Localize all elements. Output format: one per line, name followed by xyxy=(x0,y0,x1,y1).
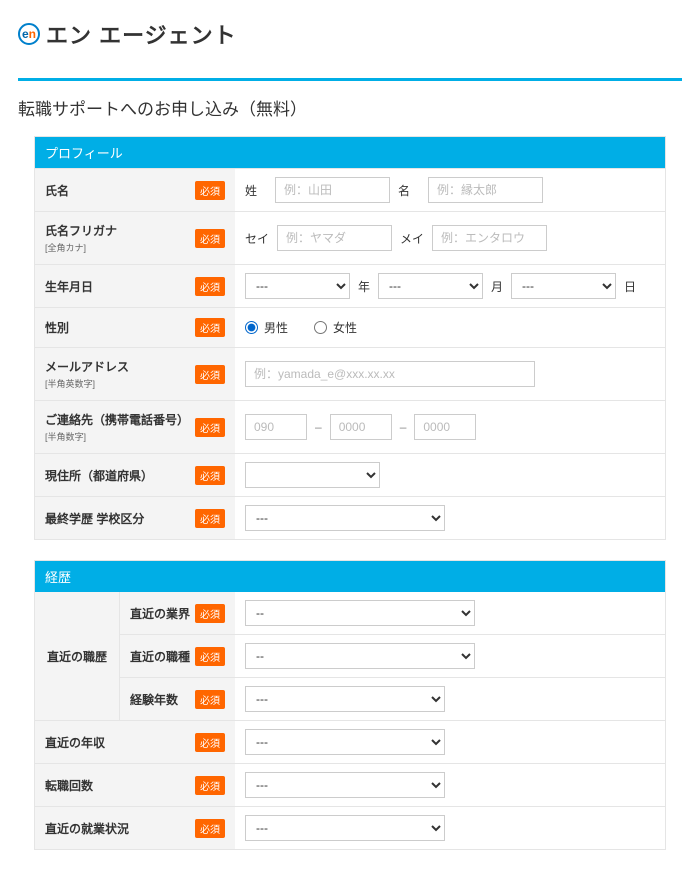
radio-male-wrap[interactable]: 男性 xyxy=(245,319,288,336)
sub-sei-kana: セイ xyxy=(245,230,269,247)
required-badge: 必須 xyxy=(195,776,225,795)
select-birth-month[interactable]: --- xyxy=(378,273,483,299)
required-badge: 必須 xyxy=(195,647,225,666)
label-furigana: 氏名フリガナ xyxy=(45,224,117,238)
row-education: 最終学歴 学校区分 必須 --- xyxy=(35,496,665,539)
select-prefecture[interactable] xyxy=(245,462,380,488)
row-income: 直近の年収 必須 --- xyxy=(35,720,665,763)
required-badge: 必須 xyxy=(195,604,225,623)
required-badge: 必須 xyxy=(195,819,225,838)
logo-icon: en xyxy=(18,23,40,45)
required-badge: 必須 xyxy=(195,466,225,485)
logo-text: エン エージェント xyxy=(46,18,237,50)
input-phone-2[interactable] xyxy=(330,414,392,440)
row-address: 現住所（都道府県） 必須 xyxy=(35,453,665,496)
select-occupation[interactable]: -- xyxy=(245,643,475,669)
logo: en エン エージェント xyxy=(18,18,682,50)
required-badge: 必須 xyxy=(195,318,225,337)
section-header-profile: プロフィール xyxy=(35,137,665,168)
input-phone-1[interactable] xyxy=(245,414,307,440)
label-income: 直近の年収 xyxy=(45,734,105,751)
unit-month: 月 xyxy=(491,278,503,295)
row-status: 直近の就業状況 必須 --- xyxy=(35,806,665,849)
row-name: 氏名 必須 姓 名 xyxy=(35,168,665,211)
unit-day: 日 xyxy=(624,278,636,295)
radio-male[interactable] xyxy=(245,321,258,334)
profile-section: プロフィール 氏名 必須 姓 名 氏名フリガナ [全角カナ] 必須 xyxy=(34,136,666,540)
required-badge: 必須 xyxy=(195,690,225,709)
page-title: 転職サポートへのお申し込み（無料） xyxy=(18,78,682,120)
label-occupation: 直近の職種 xyxy=(130,648,190,665)
sub-mei-kana: メイ xyxy=(400,230,424,247)
input-phone-3[interactable] xyxy=(414,414,476,440)
row-gender: 性別 必須 男性 女性 xyxy=(35,307,665,347)
label-birth: 生年月日 xyxy=(45,278,93,295)
input-last-name-kana[interactable] xyxy=(277,225,392,251)
row-changes: 転職回数 必須 --- xyxy=(35,763,665,806)
radio-female[interactable] xyxy=(314,321,327,334)
label-furigana-sub: [全角カナ] xyxy=(45,241,117,254)
phone-dash-2: – xyxy=(400,420,407,434)
label-years: 経験年数 xyxy=(130,691,178,708)
label-email-sub: [半角英数字] xyxy=(45,377,129,390)
radio-male-label: 男性 xyxy=(264,319,288,336)
label-gender: 性別 xyxy=(45,319,69,336)
input-last-name[interactable] xyxy=(275,177,390,203)
input-first-name[interactable] xyxy=(428,177,543,203)
input-first-name-kana[interactable] xyxy=(432,225,547,251)
select-years[interactable]: --- xyxy=(245,686,445,712)
required-badge: 必須 xyxy=(195,418,225,437)
label-phone-sub: [半角数字] xyxy=(45,430,189,443)
select-birth-day[interactable]: --- xyxy=(511,273,616,299)
section-header-career: 経歴 xyxy=(35,561,665,592)
sub-mei: 名 xyxy=(398,182,420,199)
unit-year: 年 xyxy=(358,278,370,295)
radio-female-wrap[interactable]: 女性 xyxy=(314,319,357,336)
label-changes: 転職回数 xyxy=(45,777,93,794)
select-income[interactable]: --- xyxy=(245,729,445,755)
select-changes[interactable]: --- xyxy=(245,772,445,798)
input-email[interactable] xyxy=(245,361,535,387)
label-name: 氏名 xyxy=(45,182,69,199)
required-badge: 必須 xyxy=(195,733,225,752)
select-status[interactable]: --- xyxy=(245,815,445,841)
label-phone: ご連絡先（携帯電話番号） xyxy=(45,413,189,427)
label-address: 現住所（都道府県） xyxy=(45,467,153,484)
required-badge: 必須 xyxy=(195,509,225,528)
sub-sei: 姓 xyxy=(245,182,267,199)
label-industry: 直近の業界 xyxy=(130,605,190,622)
required-badge: 必須 xyxy=(195,277,225,296)
required-badge: 必須 xyxy=(195,229,225,248)
label-education: 最終学歴 学校区分 xyxy=(45,510,144,527)
label-email: メールアドレス xyxy=(45,360,129,374)
required-badge: 必須 xyxy=(195,365,225,384)
row-phone: ご連絡先（携帯電話番号） [半角数字] 必須 – – xyxy=(35,400,665,453)
select-birth-year[interactable]: --- xyxy=(245,273,350,299)
radio-female-label: 女性 xyxy=(333,319,357,336)
row-email: メールアドレス [半角英数字] 必須 xyxy=(35,347,665,400)
row-furigana: 氏名フリガナ [全角カナ] 必須 セイ メイ xyxy=(35,211,665,264)
select-industry[interactable]: -- xyxy=(245,600,475,626)
required-badge: 必須 xyxy=(195,181,225,200)
row-birth: 生年月日 必須 --- 年 --- 月 --- 日 xyxy=(35,264,665,307)
row-recent-job: 直近の職歴 直近の業界 必須 -- 直近の職種 必須 xyxy=(35,592,665,720)
label-recent-outer: 直近の職歴 xyxy=(35,592,120,720)
phone-dash-1: – xyxy=(315,420,322,434)
select-education[interactable]: --- xyxy=(245,505,445,531)
career-section: 経歴 直近の職歴 直近の業界 必須 -- 直近の職種 必須 xyxy=(34,560,666,850)
label-status: 直近の就業状況 xyxy=(45,820,129,837)
